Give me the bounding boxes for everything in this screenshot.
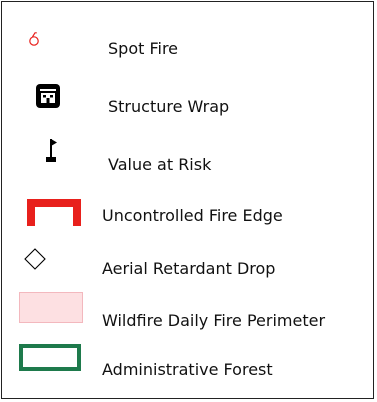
administrative-forest-swatch xyxy=(19,344,81,371)
legend-label-structure-wrap: Structure Wrap xyxy=(108,97,230,116)
diamond-icon xyxy=(24,248,46,270)
map-legend: Spot Fire Structure Wrap Value at Risk U… xyxy=(1,1,374,399)
legend-label-spot-fire: Spot Fire xyxy=(108,39,179,58)
uncontrolled-fire-edge-icon xyxy=(27,199,81,226)
spot-fire-icon xyxy=(29,32,39,46)
value-at-risk-flag-icon xyxy=(46,139,57,162)
legend-label-wildfire-daily-fire-perimeter: Wildfire Daily Fire Perimeter xyxy=(102,311,326,330)
fire-perimeter-swatch xyxy=(19,292,83,323)
legend-label-aerial-retardant-drop: Aerial Retardant Drop xyxy=(102,259,276,278)
legend-label-value-at-risk: Value at Risk xyxy=(108,155,212,174)
legend-label-administrative-forest: Administrative Forest xyxy=(102,360,273,379)
structure-wrap-icon xyxy=(36,84,60,108)
legend-label-uncontrolled-fire-edge: Uncontrolled Fire Edge xyxy=(102,206,283,225)
